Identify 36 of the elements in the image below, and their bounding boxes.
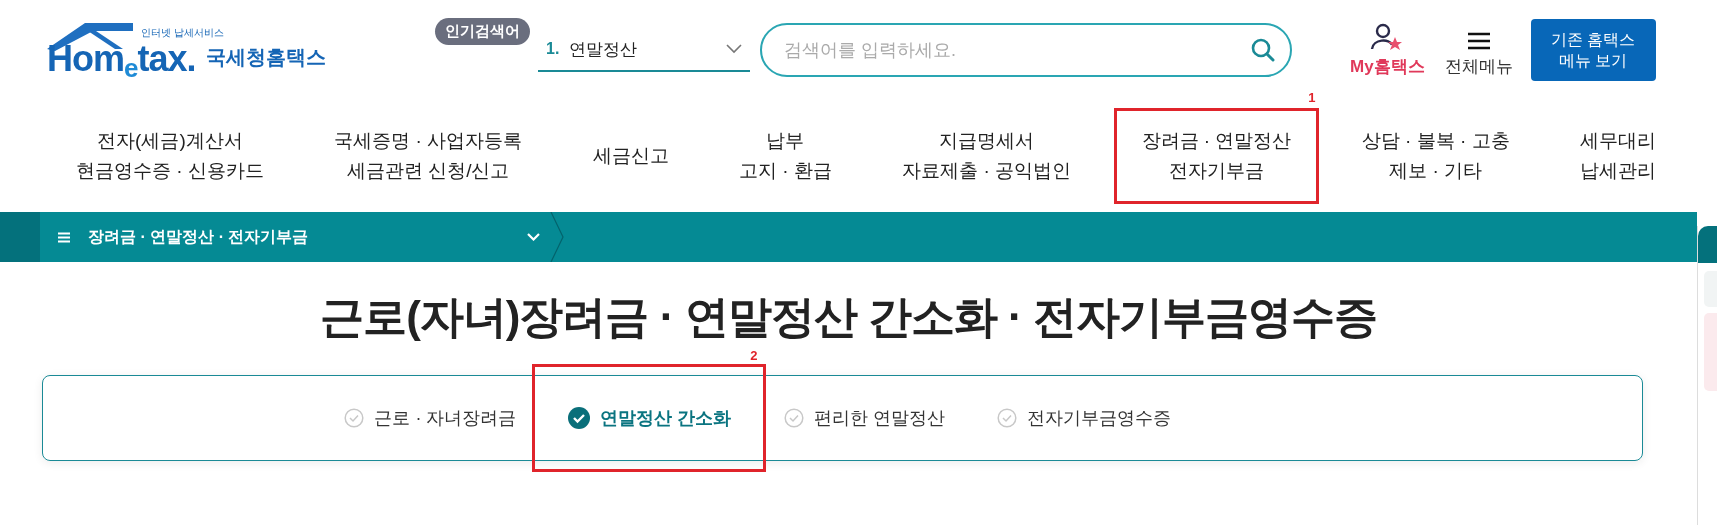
check-icon [996, 408, 1017, 428]
nav-menu-item[interactable]: 납부 고지 · 환급 [732, 126, 838, 186]
tab[interactable]: 편리한 연말정산 [777, 406, 951, 430]
logo-wordmark: Hom$_{e}$tax. [47, 39, 196, 85]
breadcrumb-edge [0, 212, 40, 262]
breadcrumb-label[interactable]: 장려금 · 연말정산 · 전자기부금 [88, 226, 509, 248]
check-icon [344, 408, 365, 428]
logo-name: 국세청홈택스 [206, 45, 326, 70]
legacy-menu-button[interactable]: 기존 홈택스 메뉴 보기 [1530, 19, 1656, 81]
tab[interactable]: 전자기부금영수증 [990, 406, 1177, 430]
nav-menu-item[interactable]: 지급명세서 자료제출 · 공익법인 [896, 126, 1078, 186]
nav-menu-item[interactable]: 세무대리 납세관리 [1573, 126, 1662, 186]
nav-menu-item[interactable]: 상담 · 불복 · 고충 제보 · 기타 [1355, 126, 1516, 186]
nav-menu-item[interactable]: 장려금 · 연말정산 전자기부금 [1135, 126, 1298, 186]
annotation-number: 2 [750, 348, 758, 363]
popular-search-dropdown[interactable]: 1. 연말정산 [538, 28, 750, 72]
nav-menu-item[interactable]: 국세증명 · 사업자등록 세금관련 신청/신고 [328, 126, 529, 186]
logo-tagline: 인터넷 납세서비스 [141, 27, 224, 39]
search-icon[interactable] [1250, 37, 1276, 63]
my-hometax-link[interactable]: My홈택스 [1350, 22, 1425, 78]
all-menu-link[interactable]: 전체메뉴 [1444, 30, 1513, 78]
tab[interactable]: 근로 · 자녀장려금 [338, 406, 523, 430]
check-icon [783, 408, 804, 428]
tab[interactable]: 연말정산 간소화 [562, 406, 738, 430]
nav-menu-item[interactable]: 전자(세금)계산서 현금영수증 · 신용카드 [70, 126, 270, 186]
breadcrumb-separator-icon [550, 212, 564, 262]
check-icon [568, 407, 591, 429]
search-field[interactable]: 검색어를 입력하세요. [760, 23, 1292, 77]
page-title: 근로(자녀)장려금 · 연말정산 간소화 · 전자기부금영수증 [319, 291, 1378, 343]
menu-icon [1466, 30, 1491, 51]
chevron-down-icon [726, 44, 742, 54]
popular-search-badge: 인기검색어 [435, 18, 530, 45]
menu-icon[interactable] [58, 231, 70, 243]
annotation-number: 1 [1308, 90, 1316, 105]
chevron-down-icon[interactable] [527, 233, 540, 241]
nav-menu-item[interactable]: 세금신고 [586, 141, 675, 171]
